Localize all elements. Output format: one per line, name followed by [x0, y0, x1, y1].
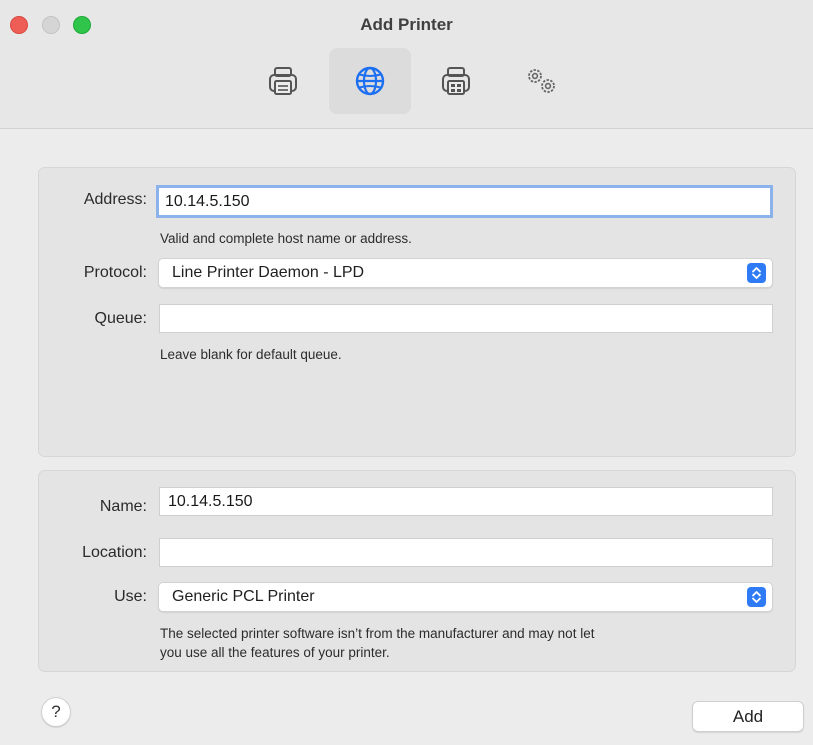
- chevron-up-down-icon: [747, 263, 766, 283]
- address-field[interactable]: 10.14.5.150: [156, 185, 773, 218]
- help-button[interactable]: ?: [41, 697, 71, 727]
- chevron-up-down-icon: [747, 587, 766, 607]
- toolbar-advanced-button[interactable]: [501, 48, 583, 114]
- use-hint: The selected printer software isn’t from…: [160, 624, 594, 662]
- toolbar-ip-button[interactable]: [329, 48, 411, 114]
- name-label: Name:: [99, 498, 147, 515]
- address-label: Address:: [83, 191, 147, 208]
- title-bar: Add Printer: [0, 0, 813, 129]
- use-value: Generic PCL Printer: [172, 588, 315, 605]
- use-hint-line-2: you use all the features of your printer…: [160, 645, 390, 660]
- globe-icon: [353, 64, 387, 98]
- protocol-label: Protocol:: [83, 264, 147, 281]
- queue-field[interactable]: [159, 304, 773, 333]
- use-hint-line-1: The selected printer software isn’t from…: [160, 626, 595, 641]
- use-label: Use:: [114, 588, 147, 605]
- queue-label: Queue:: [94, 310, 147, 327]
- queue-hint: Leave blank for default queue.: [160, 347, 342, 362]
- toolbar-windows-button[interactable]: [415, 48, 497, 114]
- advanced-gears-icon: [522, 64, 562, 98]
- protocol-value: Line Printer Daemon - LPD: [172, 264, 365, 281]
- use-select[interactable]: Generic PCL Printer: [158, 582, 773, 612]
- toolbar-default-printers-button[interactable]: [242, 48, 324, 114]
- location-label: Location:: [82, 544, 147, 561]
- printer-icon: [266, 64, 300, 98]
- protocol-select[interactable]: Line Printer Daemon - LPD: [158, 258, 773, 288]
- address-hint: Valid and complete host name or address.: [160, 231, 412, 246]
- address-value: 10.14.5.150: [165, 192, 250, 210]
- location-field[interactable]: [159, 538, 773, 567]
- add-button[interactable]: Add: [692, 701, 804, 732]
- window-title: Add Printer: [360, 15, 453, 34]
- windows-printer-icon: [439, 64, 473, 98]
- name-field[interactable]: 10.14.5.150: [159, 487, 773, 516]
- name-value: 10.14.5.150: [168, 492, 253, 510]
